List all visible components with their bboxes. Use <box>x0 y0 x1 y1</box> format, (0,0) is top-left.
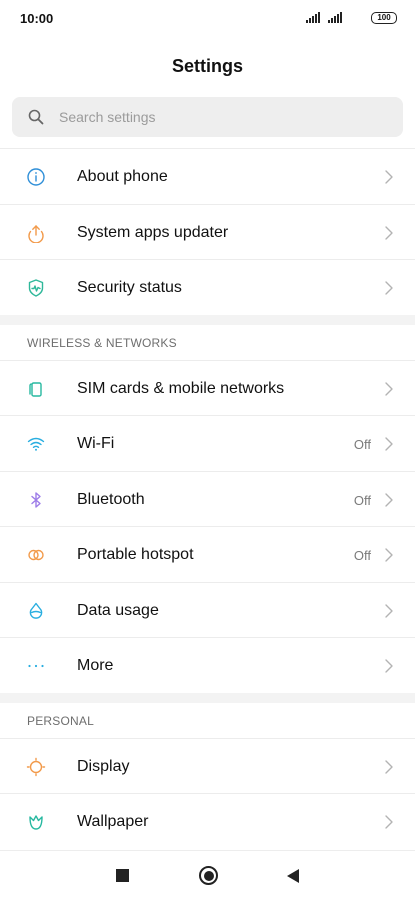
chevron-right-icon <box>385 759 393 774</box>
settings-item-portable-hotspot[interactable]: Portable hotspot Off <box>0 526 415 582</box>
chevron-right-icon <box>385 170 393 184</box>
settings-item-about-phone[interactable]: About phone <box>0 148 415 204</box>
section-header-label: PERSONAL <box>27 713 94 728</box>
chevron-right-icon <box>385 281 393 295</box>
settings-item-security-status[interactable]: Security status <box>0 259 415 315</box>
data-drop-icon <box>26 601 46 621</box>
update-arrow-icon <box>26 223 46 243</box>
chevron-right-icon <box>385 225 393 240</box>
chevron-right-icon <box>385 548 393 562</box>
settings-item-label: Bluetooth <box>77 490 145 508</box>
chevron-right-icon <box>385 603 393 618</box>
settings-item-wallpaper[interactable]: Wallpaper <box>0 793 415 849</box>
settings-item-sim-cards-and-mobile-networks[interactable]: SIM cards & mobile networks <box>0 359 415 416</box>
settings-item-label: Display <box>77 757 130 775</box>
settings-item-value: Off <box>353 437 371 452</box>
navigation-bar <box>0 850 415 900</box>
settings-item-bluetooth[interactable]: Bluetooth Off <box>0 470 415 527</box>
section-divider <box>0 314 415 325</box>
status-time: 10:00 <box>20 11 54 26</box>
settings-item-label: Security status <box>77 279 182 296</box>
settings-item-label: SIM cards & mobile networks <box>77 379 285 397</box>
sim-card-icon <box>26 379 46 399</box>
info-icon <box>26 167 46 187</box>
settings-item-label: More <box>77 657 114 674</box>
settings-item-label: Wallpaper <box>77 813 149 830</box>
brightness-icon <box>26 757 46 777</box>
hotspot-icon <box>26 545 46 565</box>
settings-item-system-apps-updater[interactable]: System apps updater <box>0 203 415 260</box>
settings-item-more[interactable]: More <box>0 637 415 693</box>
settings-item-label: Wi-Fi <box>77 435 115 452</box>
section-divider <box>0 692 415 703</box>
settings-item-display[interactable]: Display <box>0 737 415 794</box>
chevron-right-icon <box>385 437 393 451</box>
settings-item-label: About phone <box>77 168 168 185</box>
chevron-right-icon <box>385 381 393 396</box>
section-header: PERSONAL <box>0 703 415 738</box>
bluetooth-icon <box>26 490 46 510</box>
search-input[interactable]: Search settings <box>59 109 156 125</box>
settings-item-value: Off <box>353 548 371 563</box>
more-dots-icon <box>26 656 46 676</box>
settings-item-label: Portable hotspot <box>77 546 194 563</box>
signal-icon <box>328 12 345 23</box>
shield-icon <box>26 278 46 298</box>
back-icon[interactable] <box>287 869 299 883</box>
chevron-right-icon <box>385 659 393 673</box>
search-icon <box>28 109 44 125</box>
chevron-right-icon <box>385 815 393 829</box>
section-header-label: WIRELESS & NETWORKS <box>27 335 177 350</box>
signal-icon <box>306 12 323 23</box>
section-header: WIRELESS & NETWORKS <box>0 325 415 360</box>
settings-item-label: Data usage <box>77 601 159 619</box>
settings-item-data-usage[interactable]: Data usage <box>0 581 415 638</box>
settings-item-wi-fi[interactable]: Wi-Fi Off <box>0 415 415 471</box>
settings-item-label: System apps updater <box>77 223 229 241</box>
status-bar: 10:00 100 <box>0 0 415 36</box>
settings-list: About phone System apps updater Security s… <box>0 148 415 849</box>
wallpaper-icon <box>26 812 46 832</box>
page-title: Settings <box>171 56 243 76</box>
chevron-right-icon <box>385 492 393 507</box>
settings-item-value: Off <box>353 492 371 508</box>
home-icon[interactable] <box>199 866 218 885</box>
wifi-icon <box>26 434 46 454</box>
search-bar[interactable]: Search settings <box>12 97 403 137</box>
battery-icon: 100 <box>371 12 397 24</box>
recent-apps-icon[interactable] <box>116 869 129 882</box>
